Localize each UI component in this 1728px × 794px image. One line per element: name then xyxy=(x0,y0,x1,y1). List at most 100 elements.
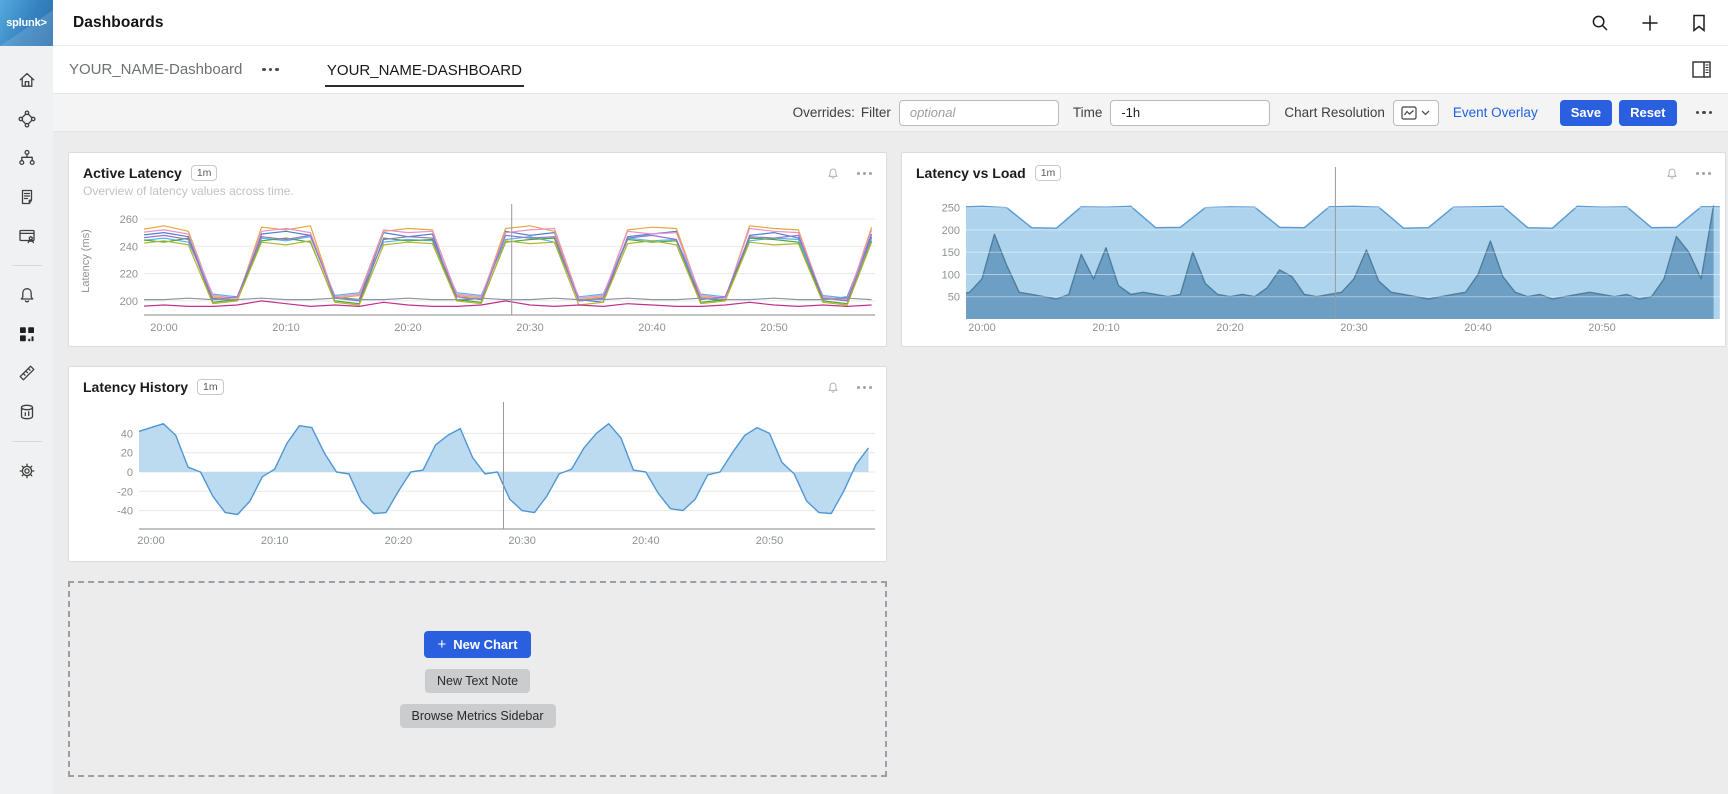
dashboard-group-label[interactable]: YOUR_NAME-Dashboard xyxy=(69,61,242,78)
svg-text:200: 200 xyxy=(942,225,960,237)
sidebar-item-settings[interactable] xyxy=(9,453,45,489)
sidebar-item-alerts[interactable] xyxy=(9,277,45,313)
filter-input[interactable] xyxy=(899,100,1059,126)
sidebar-item-apm[interactable] xyxy=(9,101,45,137)
svg-text:20:20: 20:20 xyxy=(394,322,422,334)
app-window: splunk> xyxy=(0,0,1728,794)
chart-title: Latency vs Load xyxy=(916,165,1026,181)
dashboards-icon xyxy=(17,324,37,344)
svg-text:-40: -40 xyxy=(117,506,133,518)
synthetics-icon xyxy=(17,226,37,246)
new-chart-label: New Chart xyxy=(453,637,517,652)
time-label: Time xyxy=(1073,105,1103,120)
dashboard-content: Active Latency 1m Overview of latency va… xyxy=(53,132,1728,794)
home-icon xyxy=(17,70,37,90)
svg-text:Latency (ms): Latency (ms) xyxy=(80,229,92,293)
apm-icon xyxy=(17,109,37,129)
sidebar-item-metrics[interactable] xyxy=(9,355,45,391)
alert-bell-icon[interactable] xyxy=(1665,166,1679,181)
card-header: Latency History 1m xyxy=(69,367,886,395)
left-sidebar: splunk> xyxy=(0,0,53,794)
chart-resolution-dropdown[interactable] xyxy=(1393,100,1439,126)
sidebar-item-dashboards[interactable] xyxy=(9,316,45,352)
chevron-down-icon xyxy=(1421,110,1430,116)
svg-text:200: 200 xyxy=(120,296,138,308)
search-icon[interactable] xyxy=(1590,13,1610,33)
svg-text:-20: -20 xyxy=(117,486,133,498)
card-more-icon[interactable] xyxy=(1696,172,1711,175)
alert-bell-icon[interactable] xyxy=(826,380,840,395)
alerts-icon xyxy=(17,285,37,305)
chart-subtitle: Overview of latency values across time. xyxy=(83,184,294,198)
svg-text:250: 250 xyxy=(942,203,960,215)
sidebar-nav xyxy=(0,46,53,492)
bookmark-icon[interactable] xyxy=(1690,13,1708,33)
splunk-logo-text: splunk> xyxy=(6,17,46,29)
settings-icon xyxy=(17,461,37,481)
svg-text:20:10: 20:10 xyxy=(1092,322,1120,334)
chart-title: Active Latency xyxy=(83,165,182,181)
log-observer-icon xyxy=(17,187,37,207)
chart-title: Latency History xyxy=(83,379,188,395)
overrides-bar: Overrides: Filter Time Chart Resolution … xyxy=(53,94,1728,132)
active-latency-chart[interactable]: 20022024026020:0020:1020:2020:3020:4020:… xyxy=(69,153,888,348)
svg-text:20: 20 xyxy=(121,448,133,460)
add-icon[interactable] xyxy=(1640,13,1660,33)
chart-card-latency-history: Latency History 1m 40200-20-4020:0020:10… xyxy=(68,366,887,562)
reset-button[interactable]: Reset xyxy=(1619,100,1676,126)
browse-metrics-sidebar-button[interactable]: Browse Metrics Sidebar xyxy=(400,704,556,728)
chart-card-active-latency: Active Latency 1m Overview of latency va… xyxy=(68,152,887,347)
svg-text:20:00: 20:00 xyxy=(150,322,178,334)
svg-text:240: 240 xyxy=(120,241,138,253)
svg-text:20:50: 20:50 xyxy=(1588,322,1616,334)
svg-text:20:20: 20:20 xyxy=(385,535,413,547)
plus-icon: + xyxy=(437,637,446,652)
overrides-more-icon[interactable] xyxy=(1696,111,1713,115)
svg-text:0: 0 xyxy=(127,467,133,479)
svg-text:20:20: 20:20 xyxy=(1216,322,1244,334)
card-header: Latency vs Load 1m xyxy=(902,153,1725,181)
event-overlay-link[interactable]: Event Overlay xyxy=(1453,105,1538,120)
card-more-icon[interactable] xyxy=(857,386,872,389)
chart-resolution-label: Chart Resolution xyxy=(1284,105,1385,120)
tab-dashboard[interactable]: YOUR_NAME-DASHBOARD xyxy=(325,60,524,87)
sidebar-item-log-observer[interactable] xyxy=(9,179,45,215)
svg-text:260: 260 xyxy=(120,214,138,226)
latency-vs-load-chart[interactable]: 5010015020025020:0020:1020:2020:3020:402… xyxy=(902,153,1727,348)
sidebar-item-infrastructure[interactable] xyxy=(9,140,45,176)
alert-bell-icon[interactable] xyxy=(826,166,840,181)
dashboard-group-menu-icon[interactable] xyxy=(262,68,279,72)
sidebar-item-synthetics[interactable] xyxy=(9,218,45,254)
card-more-icon[interactable] xyxy=(857,172,872,175)
card-actions xyxy=(826,166,872,181)
sidebar-divider xyxy=(12,265,42,266)
sidebar-panel-toggle-icon[interactable] xyxy=(1692,61,1711,78)
svg-text:20:00: 20:00 xyxy=(137,535,165,547)
sidebar-item-data-management[interactable] xyxy=(9,394,45,430)
svg-text:20:30: 20:30 xyxy=(508,535,536,547)
card-header: Active Latency 1m xyxy=(69,153,886,181)
svg-text:20:50: 20:50 xyxy=(760,322,788,334)
splunk-logo[interactable]: splunk> xyxy=(0,0,53,46)
page-title: Dashboards xyxy=(73,14,164,32)
sidebar-divider xyxy=(12,441,42,442)
top-bar: Dashboards xyxy=(53,0,1728,46)
svg-text:20:00: 20:00 xyxy=(968,322,996,334)
svg-text:20:10: 20:10 xyxy=(272,322,300,334)
sidebar-item-home[interactable] xyxy=(9,62,45,98)
filter-label: Filter xyxy=(861,105,891,120)
save-button[interactable]: Save xyxy=(1560,100,1612,126)
svg-text:20:40: 20:40 xyxy=(632,535,660,547)
latency-history-chart[interactable]: 40200-20-4020:0020:1020:2020:3020:4020:5… xyxy=(69,367,888,563)
svg-text:20:30: 20:30 xyxy=(1340,322,1368,334)
new-chart-button[interactable]: + New Chart xyxy=(424,631,530,658)
svg-text:20:50: 20:50 xyxy=(756,535,784,547)
svg-text:150: 150 xyxy=(942,247,960,259)
card-actions xyxy=(826,380,872,395)
time-input[interactable] xyxy=(1110,100,1270,126)
dashboard-tab-bar: YOUR_NAME-Dashboard YOUR_NAME-DASHBOARD xyxy=(53,46,1728,94)
new-text-note-button[interactable]: New Text Note xyxy=(425,669,530,693)
svg-text:20:10: 20:10 xyxy=(261,535,289,547)
svg-text:20:30: 20:30 xyxy=(516,322,544,334)
topbar-icons xyxy=(1590,13,1708,33)
